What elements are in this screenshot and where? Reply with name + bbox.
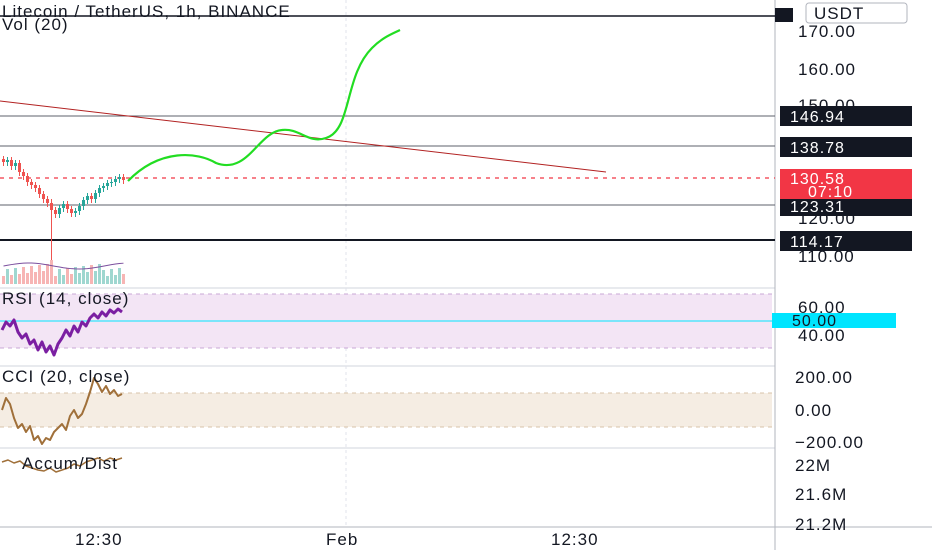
volume-bar xyxy=(54,276,57,284)
volume-bar xyxy=(14,268,17,284)
candle-body xyxy=(74,211,77,213)
volume-bar xyxy=(2,276,5,284)
volume-bar xyxy=(78,273,81,284)
volume-bar xyxy=(74,267,77,284)
time-tick-1230-b: 12:30 xyxy=(551,530,599,549)
candle-body xyxy=(6,160,9,162)
volume-bar xyxy=(46,264,49,284)
volume-bar xyxy=(102,270,105,284)
volume-bar xyxy=(94,271,97,284)
volume-bar xyxy=(6,269,9,284)
volume-bar xyxy=(118,268,121,284)
cci-title: CCI (20, close) xyxy=(2,367,130,386)
candle-body xyxy=(2,159,5,162)
volume-bar xyxy=(58,269,61,284)
candle-body xyxy=(86,196,89,200)
volume-ma-line xyxy=(3,262,124,270)
candlesticks[interactable] xyxy=(2,156,125,262)
candle-body xyxy=(70,209,73,213)
candle-body xyxy=(66,204,69,209)
volume-bar xyxy=(38,265,41,284)
candle-body xyxy=(18,163,21,172)
volume-bar xyxy=(86,272,89,284)
candle-body xyxy=(106,183,109,186)
candle-body xyxy=(38,188,41,194)
price-tick-170: 170.00 xyxy=(798,22,856,41)
volume-bar xyxy=(62,275,65,284)
candle-body xyxy=(42,194,45,199)
candle-body xyxy=(26,176,29,182)
candle-body xyxy=(22,172,25,176)
candle-body xyxy=(94,193,97,199)
candle-body xyxy=(14,163,17,166)
volume-bar xyxy=(50,260,53,284)
candle-body xyxy=(114,179,117,182)
cci-band xyxy=(0,393,772,427)
candle-body xyxy=(10,160,13,166)
ad-title: Accum/Dist xyxy=(22,454,118,473)
currency-button-label[interactable]: USDT xyxy=(814,4,864,23)
trend-line[interactable] xyxy=(0,100,607,173)
candle-body xyxy=(58,208,61,214)
candle-body xyxy=(102,186,105,188)
candle-body xyxy=(46,199,49,203)
volume-bar xyxy=(18,274,21,284)
volume-bar xyxy=(122,274,125,284)
volume-bar xyxy=(30,266,33,284)
volume-bar xyxy=(22,267,25,284)
cci-tick-neg200: −200.00 xyxy=(795,433,864,452)
volume-bar xyxy=(66,268,69,284)
ad-tick-21-2m: 21.2M xyxy=(795,515,847,534)
volume-label: Vol (20) xyxy=(2,15,69,34)
candle-body xyxy=(34,185,37,188)
volume-bar xyxy=(26,273,29,284)
countdown-text: 07:10 xyxy=(808,184,853,201)
volume-bar xyxy=(114,275,117,284)
candle-body xyxy=(122,177,125,180)
volume-bar xyxy=(42,271,45,284)
candle-body xyxy=(82,200,85,206)
projection-path[interactable] xyxy=(127,29,401,182)
volume-bar xyxy=(70,274,73,284)
candle-body xyxy=(98,188,101,193)
cci-tick-0: 0.00 xyxy=(795,401,832,420)
ad-tick-22m: 22M xyxy=(795,456,831,475)
price-tick-160: 160.00 xyxy=(798,60,856,79)
volume-bar xyxy=(34,272,37,284)
rsi-tick-40: 40.00 xyxy=(798,326,846,345)
candle-body xyxy=(30,182,33,185)
volume-bar xyxy=(10,275,13,284)
time-tick-feb: Feb xyxy=(326,530,358,549)
candle-body xyxy=(90,196,93,199)
cci-tick-200: 200.00 xyxy=(795,368,853,387)
level-tag-114-17-text: 114.17 xyxy=(790,234,844,251)
candle-body xyxy=(118,177,121,179)
candle-body xyxy=(62,204,65,208)
candle-body xyxy=(110,182,113,183)
candle-body xyxy=(50,203,53,210)
candle-body xyxy=(78,206,81,211)
volume-bar xyxy=(106,276,109,284)
level-tag-138-78-text: 138.78 xyxy=(790,140,845,157)
trading-chart[interactable]: Litecoin / TetherUS, 1h, BINANCE Vol (20… xyxy=(0,0,932,550)
level-tag-146-94-text: 146.94 xyxy=(790,109,845,126)
rsi-title: RSI (14, close) xyxy=(2,289,129,308)
top-line-price-tag xyxy=(775,8,793,22)
volume-bar xyxy=(110,269,113,284)
ad-tick-21-6m: 21.6M xyxy=(795,485,847,504)
candle-body xyxy=(54,210,57,214)
time-tick-1230-a: 12:30 xyxy=(75,530,123,549)
level-tag-123-31-text: 123.31 xyxy=(790,199,845,216)
